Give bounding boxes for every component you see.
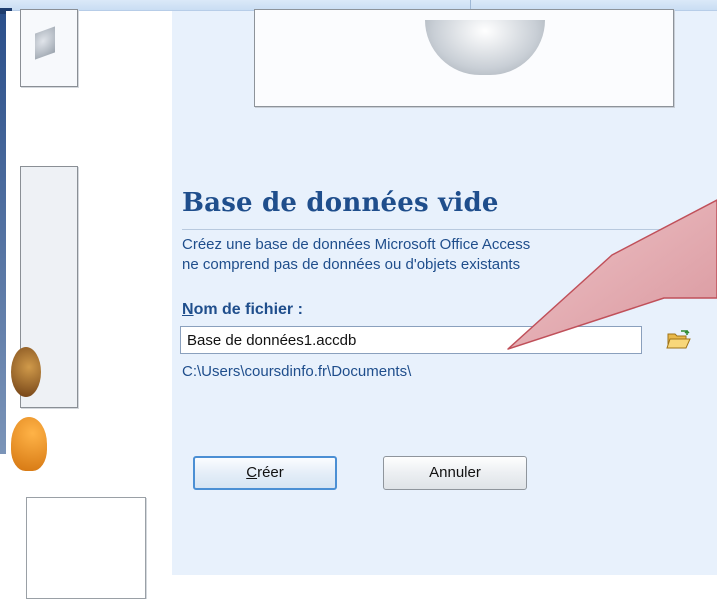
template-image [11, 417, 47, 471]
panel-description: Créez une base de données Microsoft Offi… [182, 235, 702, 275]
template-gallery [6, 9, 172, 599]
blank-database-panel: Base de données vide Créez une base de d… [172, 9, 717, 575]
template-image [11, 347, 41, 397]
blank-database-preview [254, 9, 674, 107]
panel-title: Base de données vide [182, 188, 499, 218]
database-icon [425, 20, 545, 75]
create-button-label: réer [257, 464, 284, 481]
cancel-button[interactable]: Annuler [383, 456, 527, 490]
create-button-accelerator: C [246, 464, 258, 481]
template-thumbnail[interactable] [11, 166, 78, 471]
description-line: ne comprend pas de données ou d'objets e… [182, 256, 521, 273]
filename-label-text: om de fichier : [193, 301, 303, 318]
description-line: Créez une base de données Microsoft Offi… [182, 236, 531, 253]
save-path: C:\Users\coursdinfo.fr\Documents\ [182, 363, 412, 380]
folder-open-icon [666, 330, 691, 349]
title-divider [182, 229, 717, 230]
template-thumbnail[interactable] [26, 497, 146, 599]
template-image [35, 26, 55, 60]
filename-label-accelerator: N [182, 301, 194, 318]
browse-folder-button[interactable] [666, 329, 692, 351]
template-thumbnail[interactable] [20, 9, 78, 87]
create-button[interactable]: Créer [193, 456, 337, 490]
filename-label: Nom de fichier : [182, 301, 303, 319]
filename-input[interactable] [180, 326, 642, 354]
